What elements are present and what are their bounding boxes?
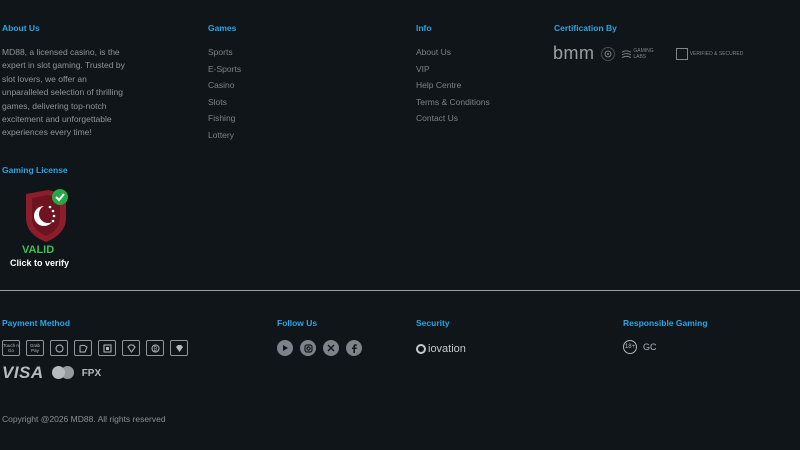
card-logos: VISA FPX [2, 363, 101, 383]
games-link-fishing[interactable]: Fishing [208, 110, 241, 127]
facebook-icon[interactable] [346, 340, 362, 356]
info-link-vip[interactable]: VIP [416, 61, 490, 78]
info-link-terms[interactable]: Terms & Conditions [416, 94, 490, 111]
info-list: About Us VIP Help Centre Terms & Conditi… [416, 44, 490, 127]
info-link-about[interactable]: About Us [416, 44, 490, 61]
verified-secured-logo: VERIFIED & SECURED [671, 47, 749, 61]
svg-text:₿: ₿ [153, 345, 157, 352]
btc-icon: ₿ [146, 340, 164, 356]
license-verify-link[interactable]: Click to verify [10, 258, 69, 268]
games-link-lottery[interactable]: Lottery [208, 127, 241, 144]
about-heading: About Us [2, 23, 40, 33]
grabpay-icon: Grab Pay [26, 340, 44, 356]
games-list: Sports E-Sports Casino Slots Fishing Lot… [208, 44, 241, 143]
games-link-slots[interactable]: Slots [208, 94, 241, 111]
copyright-text: Copyright @2026 MD88. All rights reserve… [2, 414, 166, 424]
youtube-icon[interactable] [277, 340, 293, 356]
visa-logo: VISA [2, 363, 44, 382]
iovation-logo: iovation [416, 343, 466, 355]
games-link-esports[interactable]: E-Sports [208, 61, 241, 78]
games-heading: Games [208, 23, 237, 33]
qr-icon [98, 340, 116, 356]
x-icon[interactable] [323, 340, 339, 356]
about-text: MD88, a licensed casino, is the expert i… [2, 47, 125, 138]
license-badge-icon[interactable] [22, 188, 70, 242]
info-heading: Info [416, 23, 432, 33]
games-link-sports[interactable]: Sports [208, 44, 241, 61]
mastercard-icon [51, 366, 74, 380]
certification-heading: Certification By [554, 23, 617, 33]
info-link-help[interactable]: Help Centre [416, 77, 490, 94]
touchngo-icon: Touch n Go [2, 340, 20, 356]
fpx-logo: FPX [81, 367, 102, 379]
gaming-labs-logo: GAMING LABS [621, 47, 665, 61]
license-heading: Gaming License [2, 165, 68, 175]
games-link-casino[interactable]: Casino [208, 77, 241, 94]
iovation-mark-icon [416, 344, 426, 354]
follow-heading: Follow Us [277, 318, 318, 328]
social-links [277, 340, 362, 356]
shield-icon [675, 47, 688, 60]
itech-logo-icon [600, 46, 615, 61]
payment-heading: Payment Method [2, 318, 71, 328]
payment-chips: Touch n Go Grab Pay ₿ [2, 340, 188, 356]
usdt-icon [122, 340, 140, 356]
security-heading: Security [416, 318, 450, 328]
footer-divider [0, 290, 800, 291]
duitnow-icon [74, 340, 92, 356]
certification-logos: bmm GAMING LABS VERIFIED & SECURED [553, 43, 749, 64]
info-link-contact[interactable]: Contact Us [416, 110, 490, 127]
age-18-icon: 18+ [623, 340, 637, 354]
gamcare-logo: GC [643, 342, 657, 352]
bmm-logo: bmm [553, 43, 595, 63]
responsible-logos: 18+ GC [623, 340, 657, 354]
boost-icon [50, 340, 68, 356]
license-valid-label: VALID [22, 244, 55, 256]
responsible-heading: Responsible Gaming [623, 318, 708, 328]
usdt-diamond-icon [170, 340, 188, 356]
instagram-icon[interactable] [300, 340, 316, 356]
